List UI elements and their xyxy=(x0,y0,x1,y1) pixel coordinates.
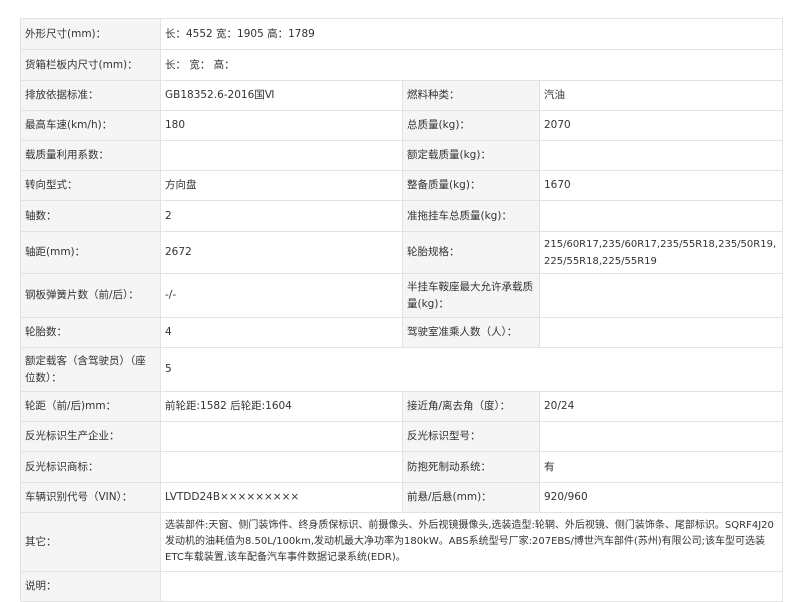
table-row: 其它： 选装部件:天窗、侧门装饰件、终身质保标识、前摄像头、外后视镜摄像头,选装… xyxy=(20,512,784,572)
row-label: 外形尺寸(mm)： xyxy=(20,18,161,50)
row-label: 轴数： xyxy=(20,200,161,232)
row-value: 方向盘 xyxy=(160,170,403,201)
row-label: 载质量利用系数： xyxy=(20,140,161,171)
row-label: 货箱栏板内尺寸(mm)： xyxy=(20,49,161,81)
row-value: 180 xyxy=(160,110,403,141)
row-label: 说明： xyxy=(20,571,161,602)
table-row: 外形尺寸(mm)： 长：4552 宽：1905 高：1789 xyxy=(20,18,784,50)
table-row: 最高车速(km/h)： 180 总质量(kg)： 2070 xyxy=(20,110,784,141)
row-label: 前悬/后悬(mm)： xyxy=(402,482,540,513)
row-value: 汽油 xyxy=(538,80,784,111)
row-value xyxy=(160,421,403,452)
row-value xyxy=(538,273,784,318)
row-value: 20/24 xyxy=(538,391,784,422)
row-label: 额定载质量(kg)： xyxy=(402,140,540,171)
row-value xyxy=(160,451,403,483)
row-label: 防抱死制动系统： xyxy=(402,451,540,483)
row-label: 轮距（前/后)mm： xyxy=(20,391,161,422)
row-value: 2070 xyxy=(538,110,784,141)
table-row: 车辆识别代号（VIN）： LVTDD24B××××××××× 前悬/后悬(mm)… xyxy=(20,482,784,513)
table-row: 转向型式： 方向盘 整备质量(kg)： 1670 xyxy=(20,170,784,201)
row-label: 车辆识别代号（VIN）： xyxy=(20,482,161,513)
table-row: 反光标识商标： 防抱死制动系统： 有 xyxy=(20,451,784,483)
row-label: 总质量(kg)： xyxy=(402,110,540,141)
table-row: 轴数： 2 准拖挂车总质量(kg)： xyxy=(20,200,784,232)
row-label: 反光标识生产企业： xyxy=(20,421,161,452)
table-row: 钢板弹簧片数（前/后）： -/- 半挂车鞍座最大允许承载质量(kg)： xyxy=(20,273,784,318)
table-row: 载质量利用系数： 额定载质量(kg)： xyxy=(20,140,784,171)
row-value: 选装部件:天窗、侧门装饰件、终身质保标识、前摄像头、外后视镜摄像头,选装造型:轮… xyxy=(159,512,784,572)
row-value: 长：4552 宽：1905 高：1789 xyxy=(159,18,784,50)
spec-table: 外形尺寸(mm)： 长：4552 宽：1905 高：1789 货箱栏板内尺寸(m… xyxy=(20,18,784,602)
row-label: 轮胎数： xyxy=(20,317,161,348)
table-row: 说明： xyxy=(20,571,784,602)
table-row: 反光标识生产企业： 反光标识型号： xyxy=(20,421,784,452)
table-row: 排放依据标准： GB18352.6-2016国Ⅵ 燃料种类： 汽油 xyxy=(20,80,784,111)
row-label: 转向型式： xyxy=(20,170,161,201)
row-value xyxy=(159,571,784,602)
row-value: 长： 宽： 高： xyxy=(159,49,784,81)
row-value: 215/60R17,235/60R17,235/55R18,235/50R19,… xyxy=(538,231,784,274)
row-label: 轮胎规格： xyxy=(402,231,540,274)
row-value: 有 xyxy=(538,451,784,483)
row-value: LVTDD24B××××××××× xyxy=(160,482,403,513)
vehicle-spec-sheet: 外形尺寸(mm)： 长：4552 宽：1905 高：1789 货箱栏板内尺寸(m… xyxy=(20,18,784,602)
row-label: 燃料种类： xyxy=(402,80,540,111)
row-label: 钢板弹簧片数（前/后）： xyxy=(20,273,161,318)
row-label: 准拖挂车总质量(kg)： xyxy=(402,200,540,232)
row-value: 前轮距:1582 后轮距:1604 xyxy=(160,391,403,422)
row-label: 额定载客（含驾驶员）（座位数）： xyxy=(20,347,161,392)
row-label: 反光标识型号： xyxy=(402,421,540,452)
row-label: 整备质量(kg)： xyxy=(402,170,540,201)
table-row: 额定载客（含驾驶员）（座位数）： 5 xyxy=(20,347,784,392)
table-row: 轮胎数： 4 驾驶室准乘人数（人）： xyxy=(20,317,784,348)
row-label: 半挂车鞍座最大允许承载质量(kg)： xyxy=(402,273,540,318)
row-value: 920/960 xyxy=(538,482,784,513)
row-label: 轴距(mm)： xyxy=(20,231,161,274)
table-row: 货箱栏板内尺寸(mm)： 长： 宽： 高： xyxy=(20,49,784,81)
row-value: 1670 xyxy=(538,170,784,201)
row-value: 2672 xyxy=(160,231,403,274)
row-label: 最高车速(km/h)： xyxy=(20,110,161,141)
row-label: 驾驶室准乘人数（人）： xyxy=(402,317,540,348)
row-value xyxy=(538,140,784,171)
table-row: 轴距(mm)： 2672 轮胎规格： 215/60R17,235/60R17,2… xyxy=(20,231,784,274)
row-label: 接近角/离去角（度）： xyxy=(402,391,540,422)
row-label: 排放依据标准： xyxy=(20,80,161,111)
row-label: 反光标识商标： xyxy=(20,451,161,483)
row-value: -/- xyxy=(160,273,403,318)
row-value: 5 xyxy=(159,347,784,392)
row-value xyxy=(538,200,784,232)
row-value: 2 xyxy=(160,200,403,232)
row-value xyxy=(538,317,784,348)
row-value xyxy=(538,421,784,452)
row-value: GB18352.6-2016国Ⅵ xyxy=(160,80,403,111)
row-value xyxy=(160,140,403,171)
row-value: 4 xyxy=(160,317,403,348)
row-label: 其它： xyxy=(20,512,161,572)
table-row: 轮距（前/后)mm： 前轮距:1582 后轮距:1604 接近角/离去角（度）：… xyxy=(20,391,784,422)
